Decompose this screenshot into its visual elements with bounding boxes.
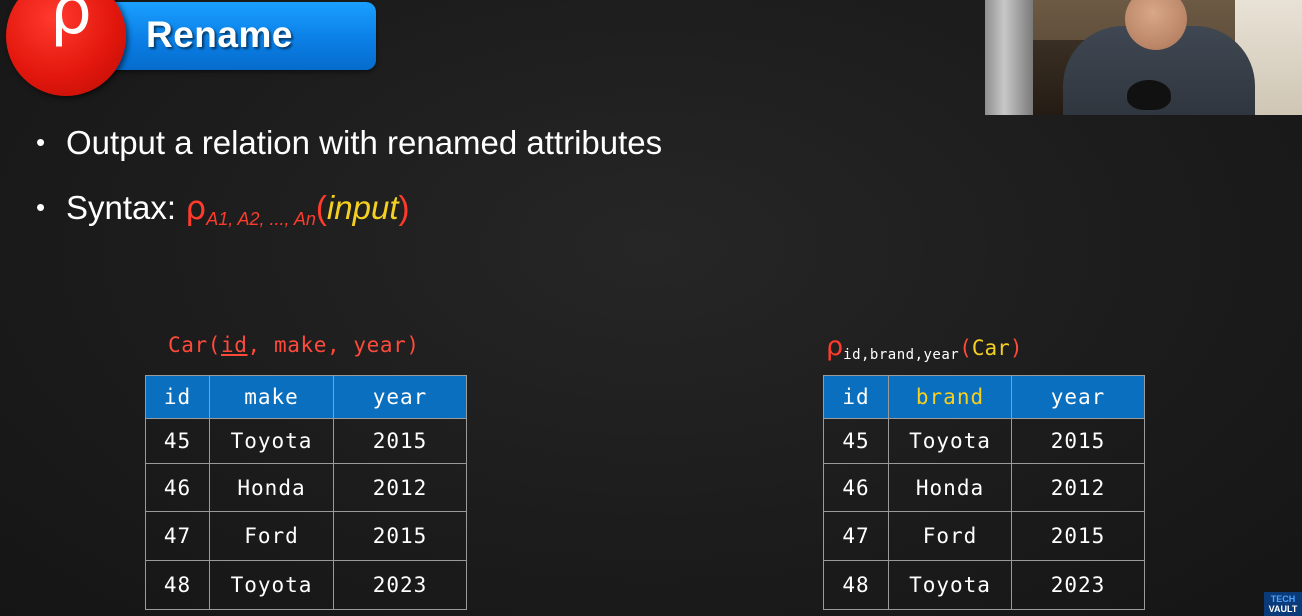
table-cell: 48 <box>145 560 210 610</box>
column-header-brand: brand <box>888 375 1012 419</box>
bullet-syntax: Syntax: ρA1, A2, ..., An(input) <box>36 188 410 229</box>
car-table: id make year 45 Toyota 2015 46 Honda 201… <box>145 375 467 610</box>
bullet-syntax-label: Syntax: <box>66 189 186 226</box>
column-header-id: id <box>823 375 889 419</box>
table-cell: 2023 <box>1011 560 1145 610</box>
table-cell: 48 <box>823 560 889 610</box>
table-cell: 2023 <box>333 560 467 610</box>
table-cell: Toyota <box>888 560 1012 610</box>
left-caption-rest: , make, year) <box>247 333 420 357</box>
webcam-background-fridge <box>985 0 1033 115</box>
table-cell: 2012 <box>1011 463 1145 512</box>
syntax-close-paren: ) <box>398 189 410 226</box>
table-cell: 45 <box>145 418 210 464</box>
syntax-argument: input <box>326 189 399 226</box>
column-header-id: id <box>145 375 210 419</box>
bullet-dot-icon <box>36 124 66 162</box>
watermark-line-2: VAULT <box>1268 604 1298 614</box>
table-cell: 2015 <box>333 418 467 464</box>
table-cell: 47 <box>823 511 889 561</box>
slide-title: Rename <box>146 14 293 55</box>
left-table-caption: Car(id, make, year) <box>168 333 420 357</box>
presenter-webcam <box>985 0 1302 115</box>
table-row: 48 Toyota 2023 <box>823 560 1145 610</box>
right-caption-operator: ρ <box>826 331 844 362</box>
right-caption-relation: Car <box>971 336 1010 360</box>
table-cell: Ford <box>209 511 334 561</box>
syntax-open-paren: ( <box>315 189 327 226</box>
table-row: 45 Toyota 2015 <box>823 418 1145 464</box>
table-row: 48 Toyota 2023 <box>145 560 467 610</box>
table-cell: Honda <box>209 463 334 512</box>
table-header-row: id make year <box>145 375 467 419</box>
table-cell: Toyota <box>209 560 334 610</box>
left-caption-key: id <box>220 333 248 357</box>
right-caption-open: ( <box>959 336 972 360</box>
right-caption-subscript: id,brand,year <box>843 347 960 363</box>
table-cell: 2015 <box>1011 418 1145 464</box>
microphone-icon <box>1127 80 1171 110</box>
table-header-row: id brand year <box>823 375 1145 419</box>
column-header-make: make <box>209 375 334 419</box>
table-cell: 2015 <box>1011 511 1145 561</box>
table-cell: 45 <box>823 418 889 464</box>
right-table-caption: ρid,brand,year(Car) <box>826 331 1023 363</box>
table-row: 47 Ford 2015 <box>145 511 467 561</box>
left-caption-prefix: Car( <box>168 333 221 357</box>
table-cell: 46 <box>823 463 889 512</box>
table-cell: Honda <box>888 463 1012 512</box>
bullet-dot-icon <box>36 189 66 227</box>
table-cell: 47 <box>145 511 210 561</box>
channel-watermark-logo: TECH VAULT <box>1264 592 1302 616</box>
watermark-line-1: TECH <box>1270 594 1296 604</box>
rho-logo-symbol: ρ <box>50 0 92 49</box>
rho-logo-icon: ρ <box>6 0 126 96</box>
table-cell: Toyota <box>209 418 334 464</box>
syntax-subscript: A1, A2, ..., An <box>206 209 316 229</box>
table-cell: Toyota <box>888 418 1012 464</box>
table-row: 45 Toyota 2015 <box>145 418 467 464</box>
bullet-description-text: Output a relation with renamed attribute… <box>66 124 663 161</box>
table-row: 46 Honda 2012 <box>145 463 467 512</box>
syntax-operator: ρ <box>185 188 207 227</box>
column-header-year: year <box>333 375 467 419</box>
table-cell: Ford <box>888 511 1012 561</box>
table-row: 47 Ford 2015 <box>823 511 1145 561</box>
table-cell: 2015 <box>333 511 467 561</box>
table-cell: 2012 <box>333 463 467 512</box>
bullet-description: Output a relation with renamed attribute… <box>36 124 662 162</box>
table-cell: 46 <box>145 463 210 512</box>
table-row: 46 Honda 2012 <box>823 463 1145 512</box>
renamed-car-table: id brand year 45 Toyota 2015 46 Honda 20… <box>823 375 1145 610</box>
column-header-year: year <box>1011 375 1145 419</box>
right-caption-close: ) <box>1009 336 1023 360</box>
